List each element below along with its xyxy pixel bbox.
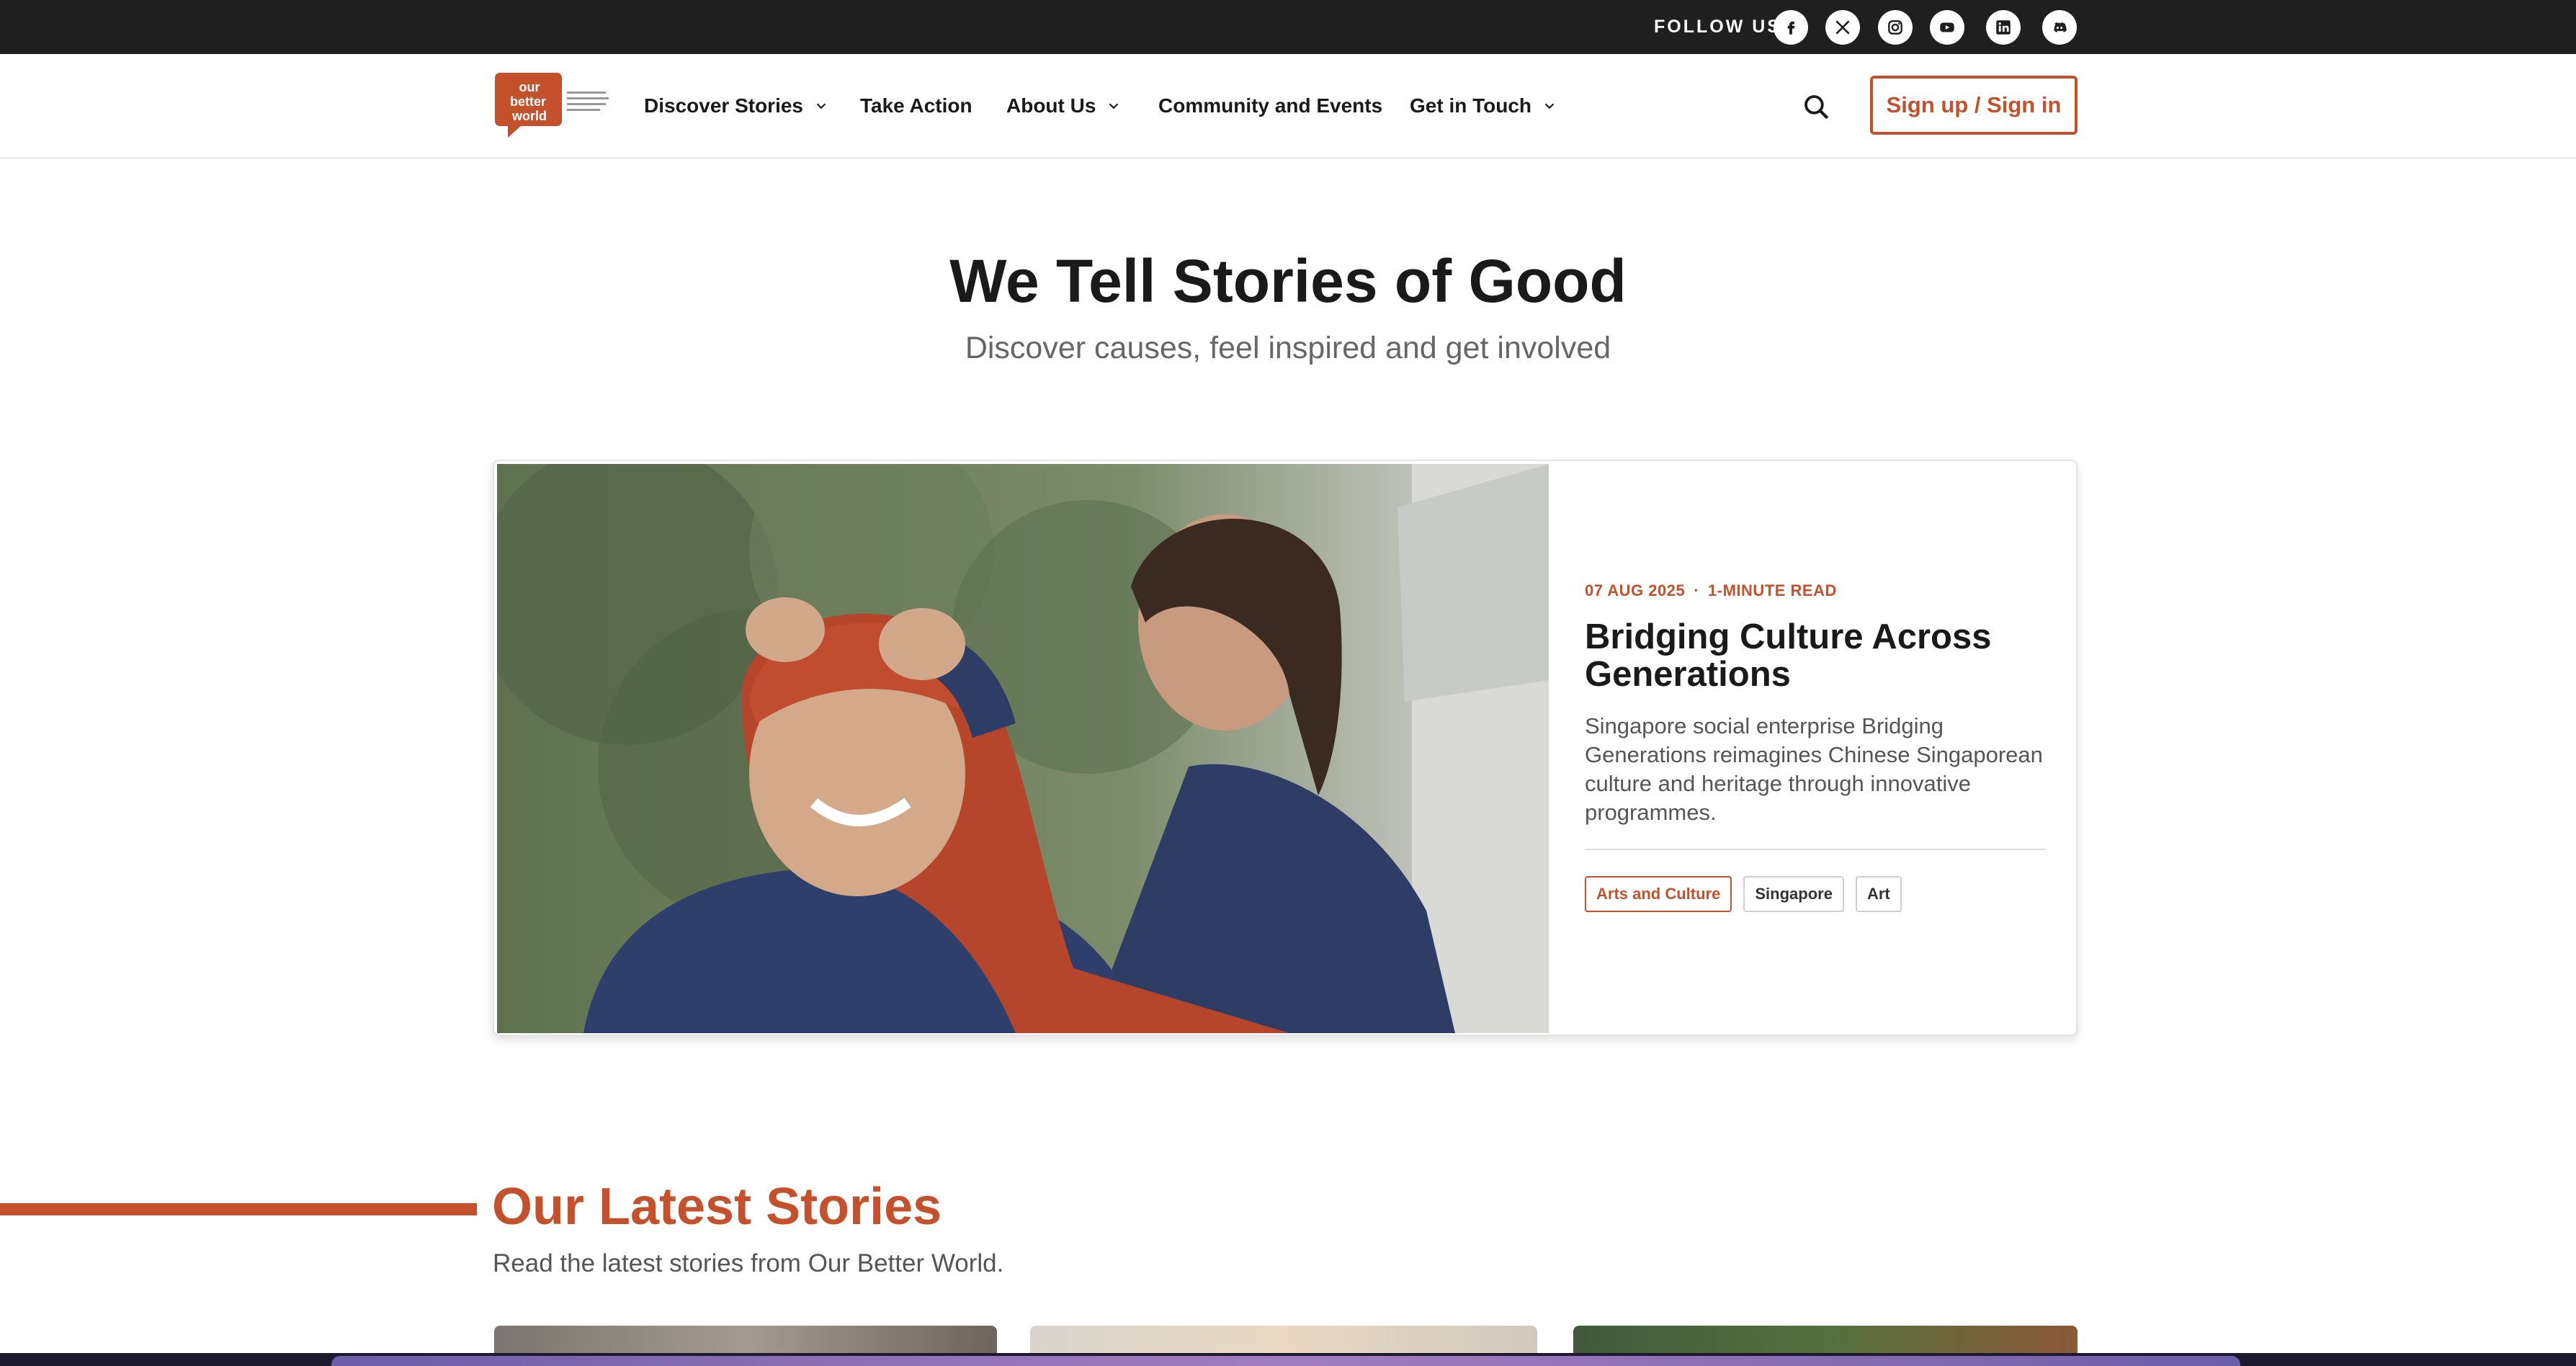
featured-story-body: 07 AUG 2025 · 1-MINUTE READ Bridging Cul…	[1585, 581, 2046, 912]
search-icon[interactable]	[1801, 91, 1831, 122]
nav-discover-stories[interactable]: Discover Stories	[644, 91, 829, 120]
nav-about-us[interactable]: About Us	[1006, 91, 1122, 120]
youtube-icon[interactable]	[1930, 10, 1964, 45]
svg-text:better: better	[510, 94, 546, 109]
nav-get-in-touch-label: Get in Touch	[1410, 94, 1532, 117]
x-icon[interactable]	[1825, 10, 1860, 45]
nav-community-and-events[interactable]: Community and Events	[1158, 91, 1382, 120]
page-subtitle: Discover causes, feel inspired and get i…	[965, 331, 1611, 365]
nav-take-action-label: Take Action	[860, 94, 972, 117]
latest-stories-subtitle: Read the latest stories from Our Better …	[493, 1249, 1004, 1277]
featured-story-image[interactable]	[497, 464, 1549, 1033]
featured-story-title[interactable]: Bridging Culture Across Generations	[1585, 618, 2046, 693]
taskbar-dock	[331, 1356, 2240, 1366]
facebook-icon[interactable]	[1774, 10, 1808, 45]
story-tags: Arts and Culture Singapore Art	[1585, 876, 2046, 912]
tag-art[interactable]: Art	[1855, 876, 1902, 912]
follow-us-label: FOLLOW US	[1654, 17, 1781, 37]
story-read-time: 1-MINUTE READ	[1708, 581, 1837, 599]
discord-icon[interactable]	[2042, 10, 2077, 45]
featured-story-description: Singapore social enterprise Bridging Gen…	[1585, 713, 2043, 825]
nav-discover-stories-label: Discover Stories	[644, 94, 803, 117]
svg-text:world: world	[511, 109, 547, 123]
tag-singapore[interactable]: Singapore	[1743, 876, 1844, 912]
chevron-down-icon	[816, 103, 826, 110]
nav-about-us-label: About Us	[1006, 94, 1096, 117]
page-title: We Tell Stories of Good	[949, 247, 1627, 315]
tag-arts-and-culture[interactable]: Arts and Culture	[1585, 876, 1732, 912]
main-navigation: our better world Discover Stories Take A…	[0, 54, 2576, 159]
chevron-down-icon	[1544, 103, 1555, 110]
meta-separator: ·	[1694, 581, 1700, 599]
story-date: 07 AUG 2025	[1585, 581, 1686, 599]
nav-community-and-events-label: Community and Events	[1158, 94, 1383, 117]
latest-stories-heading: Our Latest Stories	[492, 1178, 942, 1236]
our-better-world-logo[interactable]: our better world	[492, 70, 611, 139]
story-meta: 07 AUG 2025 · 1-MINUTE READ	[1585, 581, 2046, 601]
follow-bar: FOLLOW US	[0, 0, 2576, 54]
sign-up-sign-in-button[interactable]: Sign up / Sign in	[1870, 76, 2078, 135]
chevron-down-icon	[1109, 103, 1119, 110]
linkedin-icon[interactable]	[1986, 10, 2021, 45]
divider	[1585, 849, 2046, 850]
instagram-icon[interactable]	[1878, 10, 1913, 45]
nav-get-in-touch[interactable]: Get in Touch	[1410, 91, 1557, 120]
featured-story-card[interactable]: 07 AUG 2025 · 1-MINUTE READ Bridging Cul…	[493, 460, 2078, 1036]
nav-take-action[interactable]: Take Action	[860, 91, 972, 120]
svg-text:our: our	[519, 80, 540, 94]
section-accent-bar	[0, 1203, 477, 1215]
